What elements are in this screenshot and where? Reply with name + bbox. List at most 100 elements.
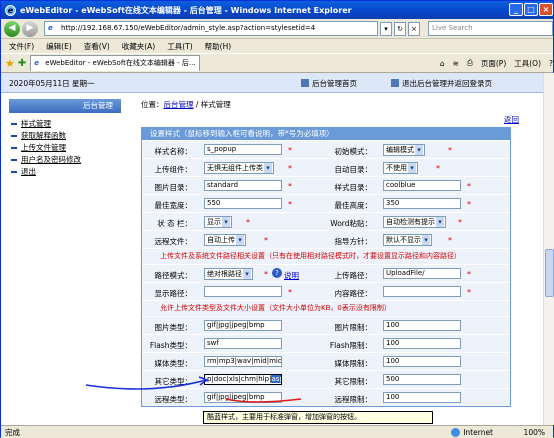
path-mode-select[interactable]: 绝对根路径 [204,268,253,280]
statusbar-select[interactable]: 显示 [204,216,232,228]
print-icon[interactable]: ⎙ [467,58,473,68]
form-row: 样式名称： s_popup * 初始模式： 编辑模式 * [142,140,510,158]
status-bar: 完成 Internet 100% [1,425,553,438]
browser-tab[interactable]: eWebEditor - eWebSoft在线文本编辑器 - 后... [30,55,201,71]
browser-window: e eWebEditor - eWebSoft在线文本编辑器 - 后台管理 - … [0,0,554,438]
menu-view[interactable]: 查看(V) [84,41,110,52]
form-row: 其它类型： p|doc|xls|chm|hlp|asp 其它限制： 500 [142,370,510,388]
sidebar: 后台管理 样式管理 获取解释函数 上传文件管理 用户名及密码修改 退出 [9,99,121,178]
status-text: 完成 [5,427,20,437]
form-row: 媒体类型： rm|mp3|wav|mid|midi|r 媒体限制： 100 [142,352,510,370]
media-limit-input[interactable]: 100 [383,356,461,367]
form-row: 图片目录： standard * 样式目录： coolblue * [142,176,510,194]
selected-text: asp [271,375,281,383]
remote-limit-input[interactable]: 100 [383,392,461,403]
close-button[interactable]: × [539,3,553,16]
sidebar-item-style-manage[interactable]: 样式管理 [9,118,121,130]
path-settings-note: 上传文件及系统文件路径相关设置（只有在使用相对路径模式时，才要设置显示路径和内容… [142,248,510,264]
breadcrumb-admin-link[interactable]: 后台管理 [164,100,194,109]
form-row: 远程类型： gif|jpg|jpeg|bmp 远程限制： 100 [142,388,510,406]
content-path-input[interactable] [383,286,461,297]
display-path-input[interactable] [204,286,282,297]
search-input[interactable]: Live Search [428,21,553,36]
security-zone: Internet [451,427,493,437]
menu-tools[interactable]: 工具(T) [167,41,192,52]
flash-type-input[interactable]: swf [204,338,282,349]
menu-edit[interactable]: 编辑(E) [46,41,72,52]
help-icon[interactable]: ? [272,268,282,278]
feeds-icon[interactable]: ≋ [453,59,459,68]
stop-button[interactable]: × [408,21,420,36]
image-dir-input[interactable]: standard [204,180,282,191]
file-type-note: 允许上传文件类型及文件大小设置（文件大小单位为KB，0表示没有限制） [142,300,510,316]
auto-dir-select[interactable]: 不使用 [383,162,418,174]
help-icon[interactable]: ? [549,59,553,68]
window-title: eWebEditor - eWebSoft在线文本编辑器 - 后台管理 - Wi… [20,5,352,15]
maximize-button[interactable]: □ [524,3,538,16]
menu-bar: 文件(F) 编辑(E) 查看(V) 收藏夹(A) 工具(T) 帮助(H) [1,39,553,53]
media-type-input[interactable]: rm|mp3|wav|mid|midi|r [204,356,282,367]
admin-home-link[interactable]: 后台管理首页 [301,78,357,89]
style-dir-input[interactable]: coolblue [383,180,461,191]
help-link[interactable]: 说明 [284,270,299,281]
sidebar-title: 后台管理 [9,99,121,113]
add-favorite-icon[interactable]: ✚ [18,58,26,69]
upload-path-input[interactable]: UploadFile/ [383,268,461,279]
breadcrumb: 位置：后台管理 / 样式管理 [141,100,231,109]
image-type-input[interactable]: gif|jpg|jpeg|bmp [204,320,282,331]
sidebar-item-password[interactable]: 用户名及密码修改 [9,154,121,166]
minimize-button[interactable]: _ [509,3,523,16]
scroll-thumb[interactable] [545,249,554,297]
flash-limit-input[interactable]: 100 [383,338,461,349]
sidebar-item-get-function[interactable]: 获取解释函数 [9,130,121,142]
vertical-scrollbar[interactable] [543,73,554,425]
upload-component-select[interactable]: 无惧无组件上传类 [204,162,274,174]
page-menu[interactable]: 页面(P) [481,58,506,69]
ie-logo-icon: e [5,4,16,16]
current-date: 2020年05月11日 星期一 [9,79,95,88]
refresh-button[interactable]: ↻ [394,21,406,36]
address-input[interactable]: http://192.168.67.150/eWebEditor/admin_s… [44,21,378,36]
forward-button[interactable]: ▶ [22,20,38,37]
image-limit-input[interactable]: 100 [383,320,461,331]
logout-return-link[interactable]: 退出后台管理并返回登录页 [391,78,492,89]
back-button[interactable]: ◀ [4,20,20,37]
form-row: 远程文件： 自动上传 * 指导方针： 默认不显示 * [142,230,510,248]
form-row: 最佳宽度： 550 * 最佳高度： 350 * [142,194,510,212]
form-title: 设置样式（鼠标移到输入框可看说明，带*号为必填项） [142,128,510,140]
home-icon[interactable]: ⌂ [440,59,445,68]
init-mode-select[interactable]: 编辑模式 [383,144,425,156]
word-paste-select[interactable]: 自动检测有提示 [383,216,446,228]
tools-menu[interactable]: 工具(O) [514,58,541,69]
style-settings-form: 设置样式（鼠标移到输入框可看说明，带*号为必填项） 样式名称： s_popup … [141,127,511,407]
back-link[interactable]: 返回 [504,114,519,125]
best-height-input[interactable]: 350 [383,198,461,209]
other-limit-input[interactable]: 500 [383,374,461,385]
remote-file-select[interactable]: 自动上传 [204,234,246,246]
best-width-input[interactable]: 550 [204,198,282,209]
globe-icon [451,427,461,437]
page-content: 2020年05月11日 星期一 后台管理首页 退出后台管理并返回登录页 后台管理… [1,73,543,425]
page-header-band: 2020年05月11日 星期一 后台管理首页 退出后台管理并返回登录页 [1,73,543,93]
address-bar-row: ◀ ▶ http://192.168.67.150/eWebEditor/adm… [1,19,553,39]
style-name-input[interactable]: s_popup [204,144,282,155]
menu-favorites[interactable]: 收藏夹(A) [122,41,155,52]
form-row: 路径模式： 绝对根路径 * ? 说明 上传路径： UploadFile/ * [142,264,510,282]
favorites-star-icon[interactable]: ★ [5,57,15,70]
tooltip: 酷蓝样式，主要用于标准弹窗，增加弹窗的按钮。 [203,411,433,424]
sidebar-item-upload-manage[interactable]: 上传文件管理 [9,142,121,154]
address-dropdown-button[interactable]: ▾ [380,21,392,36]
form-row: 显示路径： * 内容路径： * [142,282,510,300]
remote-type-input[interactable]: gif|jpg|jpeg|bmp [204,392,282,403]
zoom-level[interactable]: 100% [524,428,545,437]
square-bullet-icon [301,79,309,87]
title-bar: e eWebEditor - eWebSoft在线文本编辑器 - 后台管理 - … [1,1,553,19]
menu-file[interactable]: 文件(F) [9,41,34,52]
other-type-input[interactable]: p|doc|xls|chm|hlp|asp [204,374,282,385]
sidebar-item-logout[interactable]: 退出 [9,166,121,178]
menu-help[interactable]: 帮助(H) [205,41,232,52]
form-row: 上传组件： 无惧无组件上传类 * 自动目录： 不使用 * [142,158,510,176]
form-row: 状 态 栏： 显示 * Word粘贴： 自动检测有提示 * [142,212,510,230]
guideline-select[interactable]: 默认不显示 [383,234,432,246]
form-row: Flash类型： swf Flash限制： 100 [142,334,510,352]
